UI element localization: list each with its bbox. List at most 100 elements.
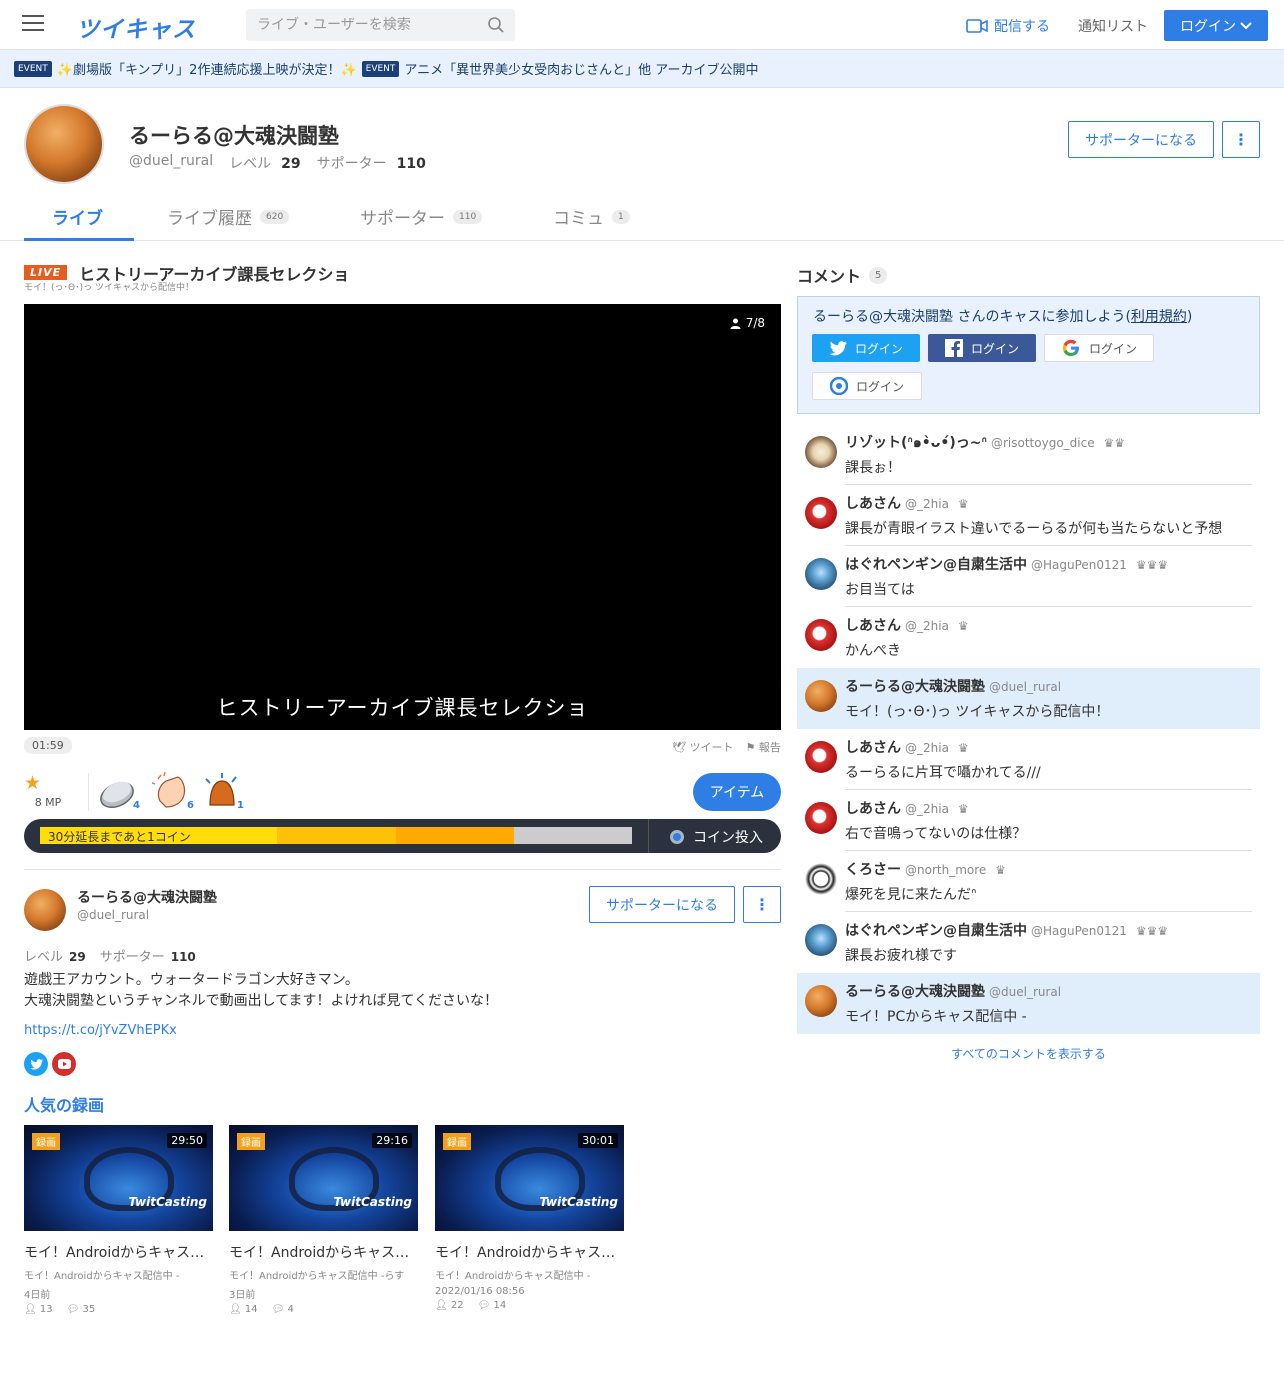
about-name[interactable]: るーらる@大魂決闘塾 (77, 887, 217, 907)
item-button[interactable]: アイテム (693, 773, 781, 811)
login-label: ログイン (1180, 18, 1236, 35)
commenter-name[interactable]: はぐれペンギン@自粛生活中 @HaguPen0121 ♛♛♛ (845, 554, 1168, 574)
commenter-avatar[interactable] (805, 680, 837, 712)
menu-icon[interactable] (22, 15, 44, 33)
recording-thumbnail[interactable]: TwitCasting 録画 29:50 (24, 1125, 213, 1231)
report-link[interactable]: ⚑ 報告 (745, 739, 780, 755)
profile-supporters[interactable]: サポーター 110 (317, 153, 426, 173)
commenter-name[interactable]: しあさん @_2hia ♛ (845, 798, 969, 818)
commenter-name[interactable]: しあさん @_2hia ♛ (845, 615, 969, 635)
commenter-name[interactable]: はぐれペンギン@自粛生活中 @HaguPen0121 ♛♛♛ (845, 920, 1168, 940)
flag-icon: ⚑ (745, 741, 756, 754)
clap-gift-icon (151, 771, 186, 808)
commenter-name[interactable]: くろさー @north_more ♛ (845, 859, 1006, 879)
tab-live-history[interactable]: ライブ履歴 620 (167, 204, 290, 229)
more-options-button[interactable]: ⋮ (1222, 121, 1260, 158)
recording-thumbnail[interactable]: TwitCasting 録画 29:16 (229, 1125, 418, 1231)
recording-subtitle: モイ！Androidからキャス配信中 - (24, 1271, 180, 1282)
comment-item: しあさん @_2hia ♛ るーらるに片耳で囁かれてる/// (797, 729, 1260, 790)
about-handle: @duel_rural (77, 908, 150, 922)
tab-live[interactable]: ライブ (52, 204, 103, 229)
search-icon[interactable] (487, 16, 505, 34)
video-player[interactable]: 7/8 ヒストリーアーカイブ課長セレクショ (24, 304, 781, 730)
recording-title[interactable]: モイ！Androidからキャス配信中 - (229, 1242, 418, 1262)
viewer-icon: 👤︎ (435, 1300, 448, 1311)
tweet-link[interactable]: 🕊︎ ツイート (672, 739, 733, 755)
profile-tabs: ライブ ライブ履歴 620 サポーター 110 コミュ 1 (0, 196, 1284, 241)
commenter-name[interactable]: しあさん @_2hia ♛ (845, 493, 969, 513)
recording-card[interactable]: TwitCasting 録画 29:50 モイ！Androidからキャス配信中 … (24, 1125, 213, 1315)
commenter-name[interactable]: リゾット(ᐢ๑•̀ᴗ•́)っ~ᐢ @risottoygo_dice ♛♛ (845, 432, 1125, 454)
recording-card[interactable]: TwitCasting 録画 30:01 モイ！Androidからキャス配信中 … (435, 1125, 624, 1311)
commenter-name[interactable]: るーらる@大魂決闘塾 @duel_rural (845, 676, 1061, 696)
twitter-icon[interactable] (24, 1052, 48, 1076)
login-button[interactable]: ログイン (1164, 10, 1268, 41)
other-login-button[interactable]: ログイン (812, 372, 922, 400)
event-tag: EVENT (14, 60, 52, 77)
event-link[interactable]: アニメ「異世界美少女受肉おじさんと」他 アーカイブ公開中 (404, 59, 758, 78)
coin-bar: 30分延長まであと1コイン コイン投入 (24, 819, 781, 853)
bio-link[interactable]: https://t.co/jYvZVhEPKx (24, 1023, 177, 1038)
google-login-button[interactable]: ログイン (1044, 334, 1154, 362)
recording-thumbnail[interactable]: TwitCasting 録画 30:01 (435, 1125, 624, 1231)
show-all-comments-link[interactable]: すべてのコメントを表示する (797, 1045, 1260, 1062)
profile-avatar[interactable] (24, 104, 104, 184)
video-camera-icon (966, 19, 988, 33)
notify-list-link[interactable]: 通知リスト (1078, 16, 1148, 36)
twitter-bird-icon: 🕊︎ (672, 741, 686, 754)
event-link[interactable]: ✨劇場版「キンプリ」2作連続応援上映が決定！✨ (57, 59, 357, 78)
become-supporter-button[interactable]: サポーターになる (1068, 121, 1214, 158)
progress-segment (396, 827, 514, 844)
gift-count: 1 (237, 800, 244, 811)
commenter-avatar[interactable] (805, 436, 837, 468)
more-options-button[interactable]: ⋮ (743, 886, 781, 923)
recording-date: 4日前 (24, 1290, 51, 1301)
commenter-name[interactable]: しあさん @_2hia ♛ (845, 737, 969, 757)
gift-bell[interactable]: 1 (202, 771, 244, 811)
about-avatar[interactable] (24, 889, 66, 931)
commenter-avatar[interactable] (805, 497, 837, 529)
comment-item: はぐれペンギン@自粛生活中 @HaguPen0121 ♛♛♛ お目当ては (797, 546, 1260, 607)
commenter-avatar[interactable] (805, 619, 837, 651)
comment-item: はぐれペンギン@自粛生活中 @HaguPen0121 ♛♛♛ 課長お疲れ様です (797, 912, 1260, 973)
divider (88, 773, 89, 811)
profile-meta: @duel_rural レベル 29 サポーター 110 (129, 153, 426, 173)
gift-coin[interactable]: 4 (98, 771, 140, 811)
tab-community[interactable]: コミュ 1 (553, 204, 630, 229)
coin-gift-icon (100, 781, 134, 809)
comment-item: しあさん @_2hia ♛ 課長が青眼イラスト違いでるーらるが何も当たらないと予想 (797, 485, 1260, 546)
comment-text: 課長が青眼イラスト違いでるーらるが何も当たらないと予想 (845, 521, 1223, 537)
commenter-avatar[interactable] (805, 558, 837, 590)
event-bar: EVENT ✨劇場版「キンプリ」2作連続応援上映が決定！✨ EVENT アニメ「… (0, 50, 1284, 88)
supporter-badge-icon: ♛♛♛ (1135, 558, 1169, 572)
recording-stats: 👤︎ 13 💬︎ 35 (24, 1304, 96, 1315)
commenter-avatar[interactable] (805, 985, 837, 1017)
tab-supporters[interactable]: サポーター 110 (360, 204, 483, 229)
become-supporter-button[interactable]: サポーターになる (589, 886, 735, 923)
join-box: るーらる@大魂決闘塾 さんのキャスに参加しよう(利用規約) ログイン ログイン … (797, 296, 1260, 414)
recording-title[interactable]: モイ！Androidからキャス配信中 - (435, 1242, 624, 1262)
person-icon (730, 318, 741, 329)
about-bio: 遊戯王アカウント。ウォータードラゴン大好きマン。 大魂決闘塾というチャンネルで動… (24, 972, 499, 1009)
comment-text: モイ！(っ･Θ･)っ ツイキャスから配信中！ (845, 704, 1110, 720)
recording-date: 2022/01/16 08:56 (435, 1286, 525, 1297)
recording-card[interactable]: TwitCasting 録画 29:16 モイ！Androidからキャス配信中 … (229, 1125, 418, 1315)
commenter-avatar[interactable] (805, 924, 837, 956)
insert-coin-button[interactable]: コイン投入 (669, 827, 763, 847)
twitter-login-button[interactable]: ログイン (812, 334, 920, 362)
commenter-avatar[interactable] (805, 802, 837, 834)
youtube-icon[interactable] (52, 1052, 76, 1076)
commenter-name[interactable]: るーらる@大魂決闘塾 @duel_rural (845, 981, 1061, 1001)
commenter-avatar[interactable] (805, 741, 837, 773)
logo[interactable]: ツイキャス (76, 10, 196, 44)
facebook-login-button[interactable]: ログイン (928, 334, 1036, 362)
broadcast-link[interactable]: 配信する (966, 16, 1050, 36)
recording-duration: 30:01 (578, 1133, 618, 1148)
recording-title[interactable]: モイ！Androidからキャス配信中 - (24, 1242, 213, 1262)
comment-text: るーらるに片耳で囁かれてる/// (845, 765, 1041, 781)
commenter-avatar[interactable] (805, 863, 837, 895)
search-input[interactable] (246, 9, 476, 41)
terms-link[interactable]: 利用規約 (1131, 309, 1187, 325)
comment-item: くろさー @north_more ♛ 爆死を見に来たんだᐢ (797, 851, 1260, 912)
gift-clap[interactable]: 6 (151, 771, 194, 811)
